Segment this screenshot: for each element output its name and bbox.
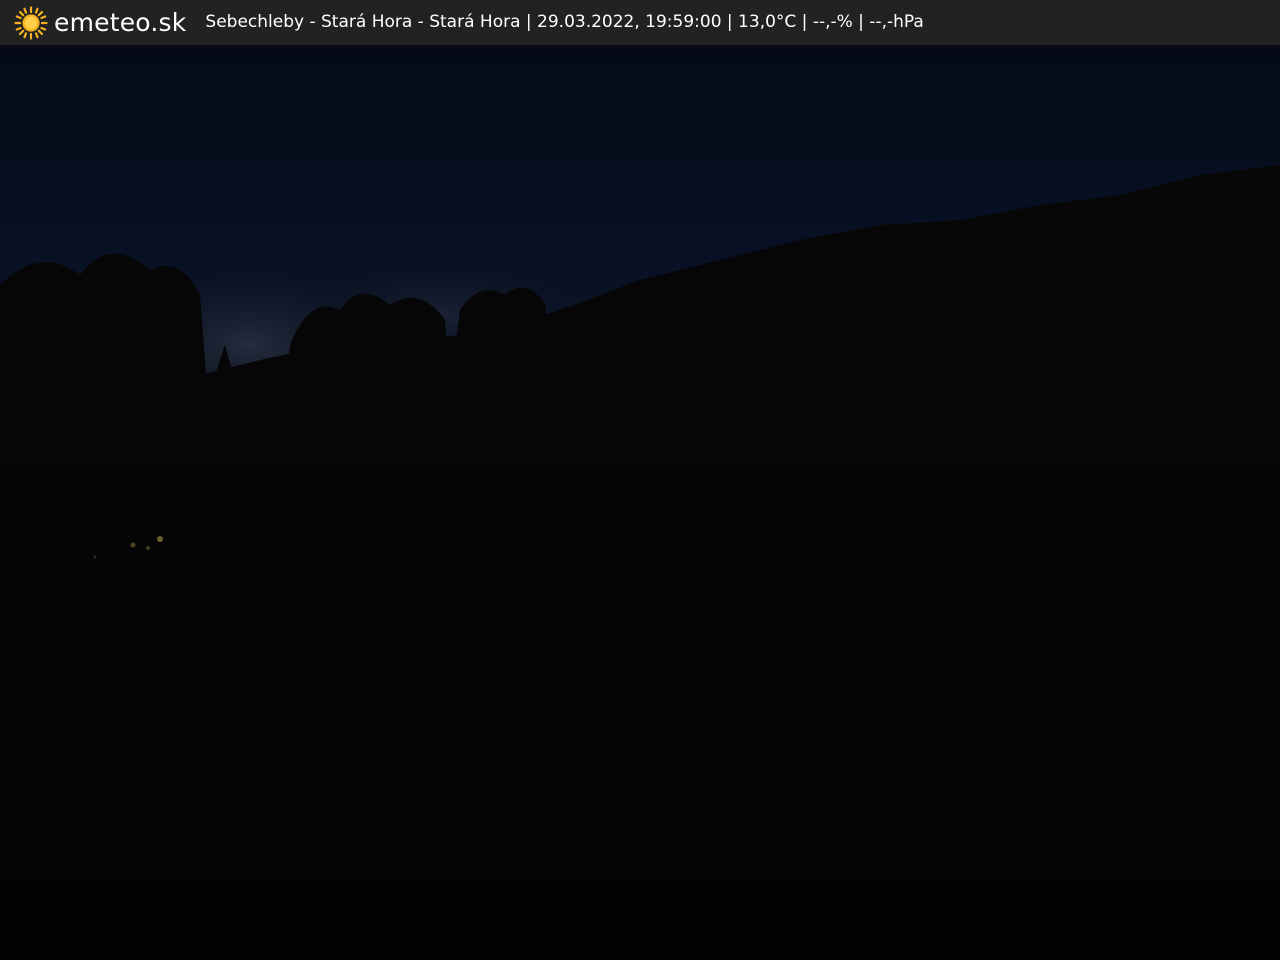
webcam-image: [0, 45, 1280, 960]
webcam-caption: Sebechleby - Stará Hora - Stará Hora | 2…: [205, 12, 924, 32]
webcam-frame: emeteo.sk Sebechleby - Stará Hora - Star…: [0, 0, 1280, 960]
emeteo-logo[interactable]: emeteo.sk: [14, 0, 186, 45]
night-landscape-image: [0, 165, 1280, 960]
info-bar: emeteo.sk Sebechleby - Stará Hora - Star…: [0, 0, 1280, 45]
brand-name: emeteo.sk: [54, 8, 187, 37]
sun-icon: [14, 5, 48, 40]
